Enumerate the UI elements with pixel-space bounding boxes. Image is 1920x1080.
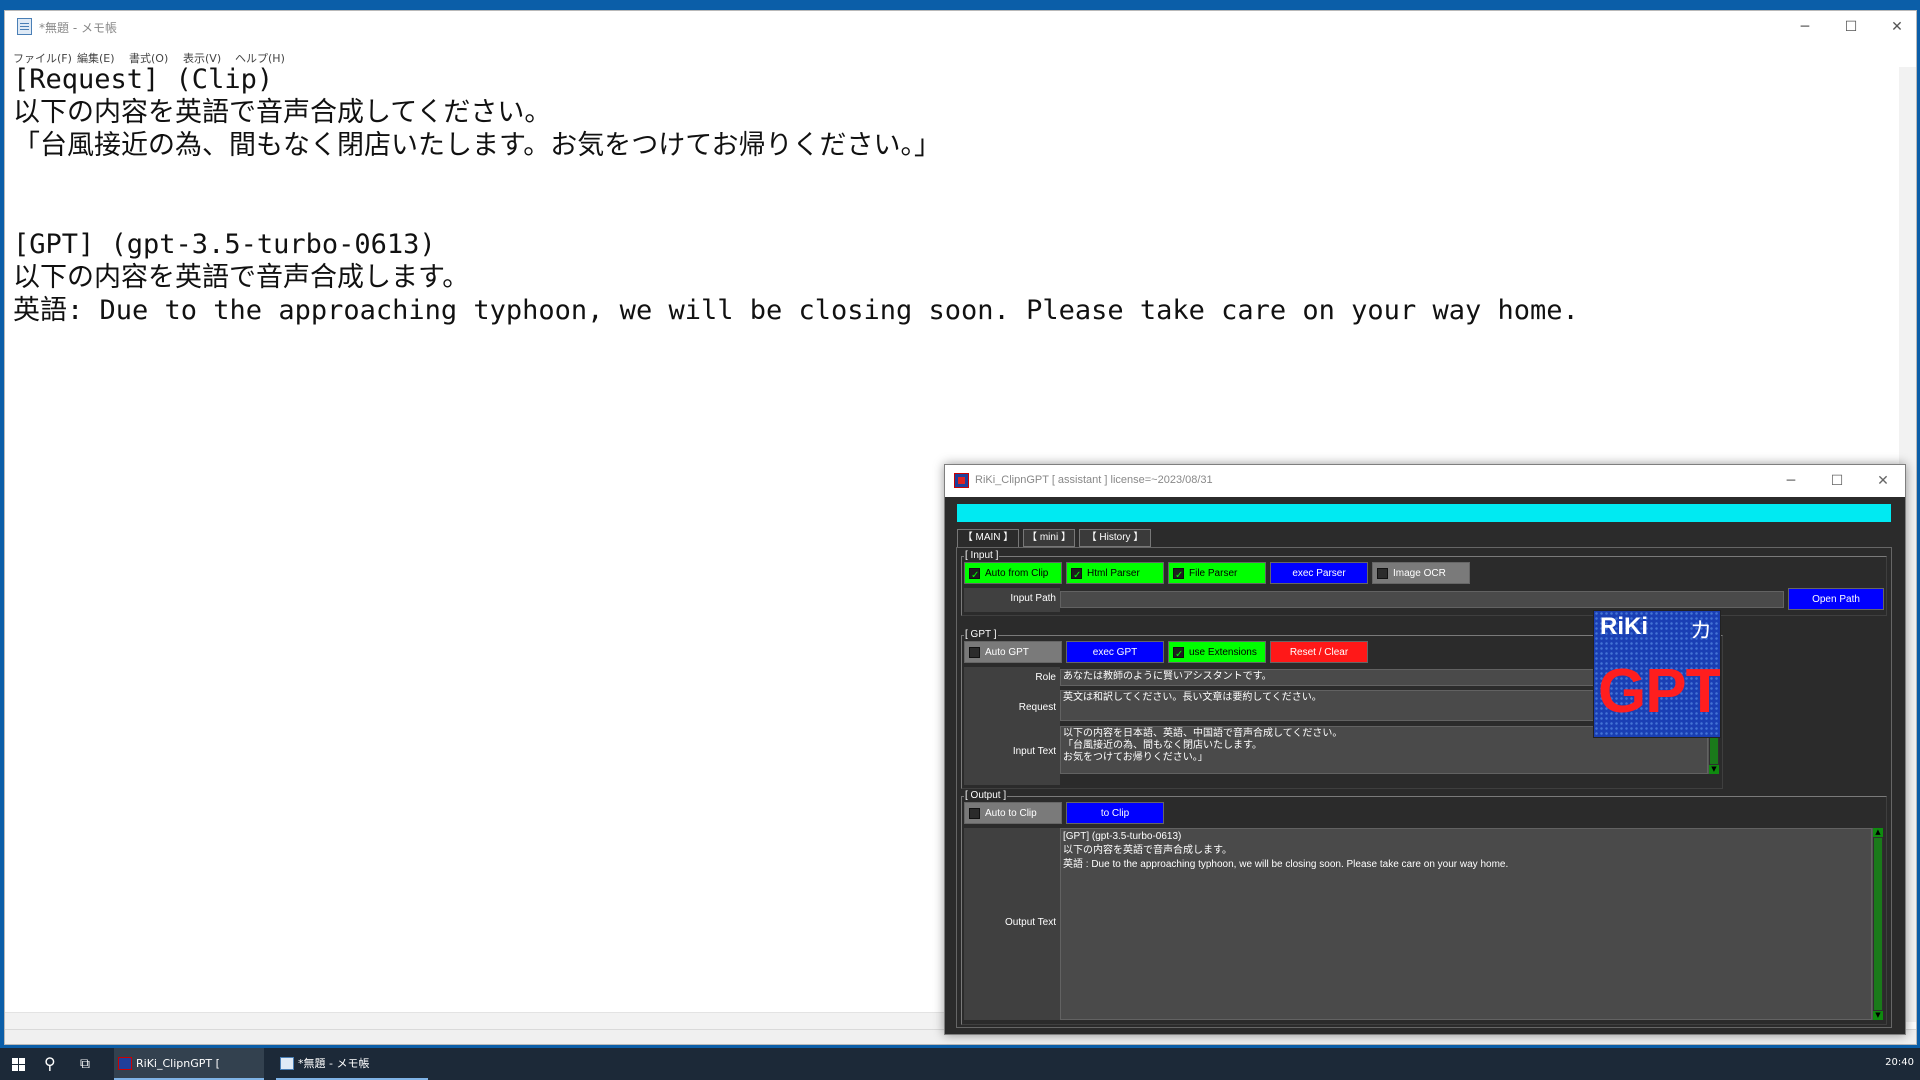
clipngpt-body: 【 MAIN 】 【 mini 】 【 History 】 [ Input ] … — [945, 497, 1905, 1034]
taskbar: ⚲ ⧉ RiKi_ClipnGPT [ assist... *無題 - メモ帳 … — [0, 1048, 1920, 1080]
image-ocr-checkbox[interactable]: Image OCR — [1372, 562, 1470, 584]
tab-main[interactable]: 【 MAIN 】 — [957, 529, 1019, 548]
checkbox-checked-icon — [1071, 565, 1082, 587]
exec-parser-button[interactable]: exec Parser — [1270, 562, 1368, 584]
desktop-background — [0, 0, 1920, 10]
logo-text-gpt: GPT — [1598, 657, 1721, 726]
logo-text-riki: RiKi — [1600, 613, 1648, 640]
checkbox-checked-icon — [969, 565, 980, 587]
gpt-group-label: [ GPT ] — [964, 628, 998, 642]
riki-gpt-logo: RiKi カ GPT — [1593, 610, 1721, 738]
close-icon[interactable]: ✕ — [1874, 11, 1920, 43]
role-label: Role — [1035, 672, 1056, 683]
main-tab-panel: [ Input ] Auto from Clip Html Parser Fil… — [956, 547, 1892, 1028]
taskbar-item-label: RiKi_ClipnGPT [ assist... — [136, 1057, 220, 1070]
output-text-scrollbar[interactable]: ▲ ▼ — [1872, 828, 1883, 1020]
scroll-up-icon[interactable]: ▲ — [1873, 828, 1883, 837]
file-parser-checkbox[interactable]: File Parser — [1168, 562, 1266, 587]
scrollbar-thumb[interactable] — [1874, 838, 1882, 1010]
minimize-icon[interactable]: ─ — [1782, 11, 1828, 43]
minimize-icon[interactable]: ─ — [1768, 465, 1814, 497]
clock[interactable]: 20:40 — [1885, 1057, 1914, 1068]
notepad-taskbar-icon — [280, 1057, 294, 1070]
clipngpt-taskbar-icon — [118, 1057, 132, 1070]
to-clip-button[interactable]: to Clip — [1066, 802, 1164, 824]
file-parser-label: File Parser — [1189, 568, 1238, 579]
text-line — [13, 195, 1893, 228]
auto-from-clip-label: Auto from Clip — [985, 568, 1049, 579]
input-path-field[interactable] — [1060, 591, 1784, 608]
taskbar-item-label: *無題 - メモ帳 — [298, 1057, 370, 1070]
tab-mini[interactable]: 【 mini 】 — [1023, 529, 1075, 547]
input-path-label: Input Path — [1010, 593, 1056, 604]
text-line: [GPT] (gpt-3.5-turbo-0613) — [13, 229, 436, 260]
notepad-title: *無題 - メモ帳 — [39, 21, 117, 35]
output-text-field[interactable]: [GPT] (gpt-3.5-turbo-0613) 以下の内容を英語で音声合成… — [1060, 828, 1872, 1020]
checkbox-checked-icon — [1173, 644, 1184, 666]
reset-clear-button[interactable]: Reset / Clear — [1270, 641, 1368, 663]
text-line: [Request] (Clip) — [13, 64, 274, 95]
clipngpt-app-icon — [954, 473, 969, 488]
taskbar-item-notepad[interactable]: *無題 - メモ帳 — [276, 1048, 428, 1080]
notepad-app-icon — [17, 18, 32, 35]
scroll-down-icon[interactable]: ▼ — [1873, 1011, 1883, 1020]
image-ocr-label: Image OCR — [1393, 568, 1446, 579]
start-windows-icon[interactable] — [12, 1058, 26, 1072]
maximize-icon[interactable]: ☐ — [1828, 11, 1874, 43]
open-path-button[interactable]: Open Path — [1788, 588, 1884, 610]
close-icon[interactable]: ✕ — [1860, 465, 1906, 497]
exec-gpt-button[interactable]: exec GPT — [1066, 641, 1164, 663]
scrollbar-thumb[interactable] — [1710, 736, 1718, 764]
auto-to-clip-checkbox[interactable]: Auto to Clip — [964, 802, 1062, 824]
use-extensions-label: use Extensions — [1189, 647, 1257, 658]
task-view-icon[interactable]: ⧉ — [80, 1056, 90, 1072]
search-icon[interactable]: ⚲ — [44, 1054, 56, 1073]
scroll-down-icon[interactable]: ▼ — [1709, 765, 1719, 774]
status-color-bar — [957, 504, 1891, 522]
input-text-label: Input Text — [1012, 746, 1056, 757]
gpt-label-column — [964, 667, 1060, 785]
auto-to-clip-label: Auto to Clip — [985, 808, 1037, 819]
auto-gpt-checkbox[interactable]: Auto GPT — [964, 641, 1062, 663]
output-group-label: [ Output ] — [964, 789, 1008, 803]
auto-from-clip-checkbox[interactable]: Auto from Clip — [964, 562, 1062, 587]
checkbox-unchecked-icon — [969, 808, 980, 819]
notepad-titlebar[interactable]: *無題 - メモ帳 ─ ☐ ✕ — [5, 11, 1916, 45]
clipngpt-titlebar[interactable]: RiKi_ClipnGPT [ assistant ] license=~202… — [945, 465, 1905, 497]
clipngpt-window: RiKi_ClipnGPT [ assistant ] license=~202… — [944, 464, 1906, 1035]
output-text-label: Output Text — [1005, 917, 1056, 928]
input-group: [ Input ] Auto from Clip Html Parser Fil… — [961, 549, 1887, 616]
checkbox-checked-icon — [1173, 565, 1184, 587]
text-line: 英語: Due to the approaching typhoon, we w… — [13, 295, 1579, 326]
text-line: 以下の内容を英語で音声合成します。 — [13, 262, 470, 293]
tab-history[interactable]: 【 History 】 — [1079, 529, 1151, 547]
auto-gpt-label: Auto GPT — [985, 647, 1029, 658]
text-line — [13, 162, 1893, 195]
checkbox-unchecked-icon — [1377, 568, 1388, 579]
text-line: 「台風接近の為、間もなく閉店いたします。お気をつけてお帰りください。」 — [13, 130, 941, 161]
checkbox-unchecked-icon — [969, 647, 980, 658]
input-group-label: [ Input ] — [964, 549, 1000, 563]
taskbar-item-clipngpt[interactable]: RiKi_ClipnGPT [ assist... — [114, 1048, 264, 1080]
logo-text-ka: カ — [1689, 619, 1712, 644]
html-parser-checkbox[interactable]: Html Parser — [1066, 562, 1164, 587]
maximize-icon[interactable]: ☐ — [1814, 465, 1860, 497]
use-extensions-checkbox[interactable]: use Extensions — [1168, 641, 1266, 666]
html-parser-label: Html Parser — [1087, 568, 1140, 579]
clipngpt-title: RiKi_ClipnGPT [ assistant ] license=~202… — [975, 474, 1213, 486]
request-label: Request — [1018, 702, 1056, 713]
text-line: 以下の内容を英語で音声合成してください。 — [13, 97, 552, 128]
output-group: [ Output ] Auto to Clip to Clip Output T… — [961, 789, 1887, 1025]
